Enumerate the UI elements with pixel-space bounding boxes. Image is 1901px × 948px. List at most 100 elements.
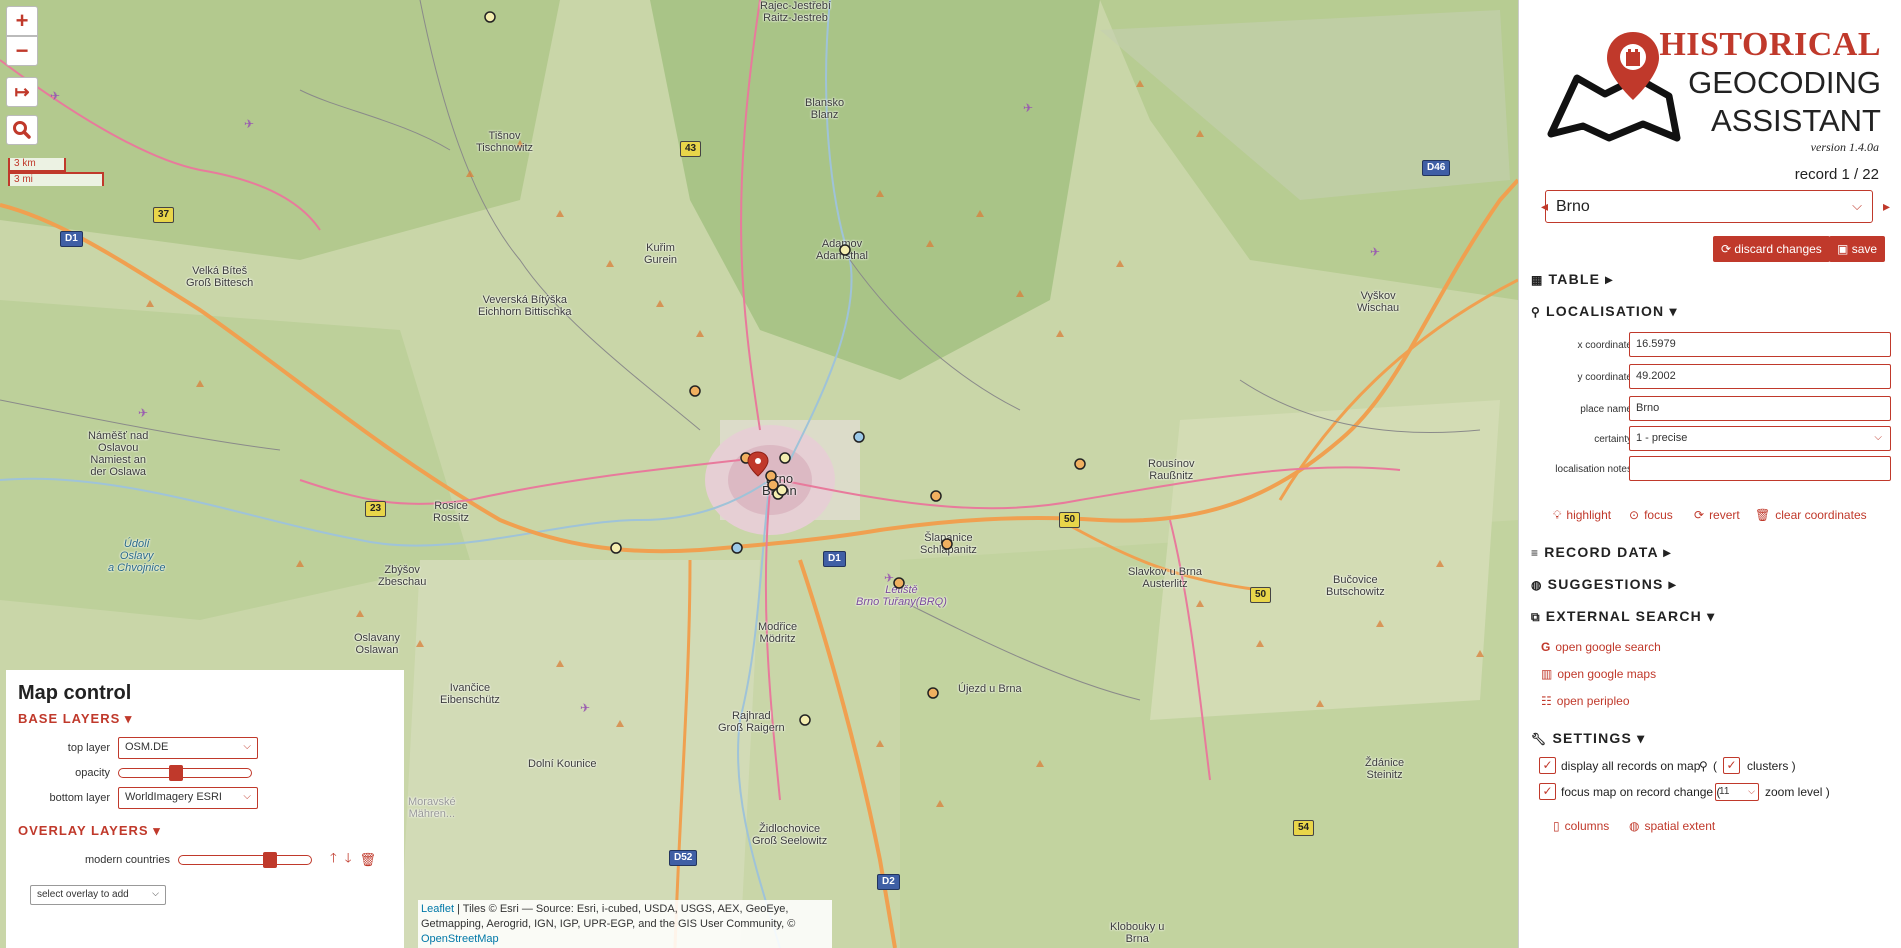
lightbulb-icon: 💡︎ xyxy=(1553,508,1562,522)
opacity-slider-thumb[interactable] xyxy=(169,765,183,781)
record-marker xyxy=(689,385,701,397)
overlay-layers-toggle[interactable]: OVERLAY LAYERS ▾ xyxy=(18,823,392,839)
focus-link[interactable]: ⊙ focus xyxy=(1629,508,1673,522)
refresh-icon: ⟳ xyxy=(1694,508,1705,522)
suggestions-heading: SUGGESTIONS xyxy=(1547,576,1664,592)
overlay-slider-thumb[interactable] xyxy=(263,852,277,868)
record-marker xyxy=(839,244,851,256)
google-maps-link[interactable]: ▥ open google maps xyxy=(1541,667,1656,681)
overlay-add-select[interactable]: select overlay to add ⌵ xyxy=(30,885,166,905)
record-navigator: ◂ Brno ⌵ ▸ xyxy=(1519,190,1901,224)
focus-label: focus xyxy=(1644,508,1673,522)
google-icon: G xyxy=(1541,640,1551,654)
certainty-value: 1 - precise xyxy=(1636,432,1688,444)
spatial-extent-link[interactable]: ◍ spatial extent xyxy=(1629,819,1715,833)
localisation-heading: LOCALISATION xyxy=(1546,303,1665,319)
zoom-level-label: zoom level ) xyxy=(1765,785,1830,799)
globe-icon: ◍ xyxy=(1531,578,1543,592)
map[interactable]: ✈ ✈ ✈ ✈ ✈ ✈ ✈ Rajec-Jestřebí Raitz-Jestr… xyxy=(0,0,1518,948)
overlay-opacity-slider[interactable] xyxy=(178,852,312,868)
fit-bounds-icon[interactable]: ↦ xyxy=(6,77,38,107)
google-maps-label: open google maps xyxy=(1557,667,1657,681)
x-coordinate-input[interactable]: 16.5979 xyxy=(1629,332,1891,357)
localisation-section-toggle[interactable]: ⚲ LOCALISATION ▾ xyxy=(1531,303,1678,320)
revert-link[interactable]: ⟳ revert xyxy=(1694,508,1740,522)
wrench-icon: 🔧︎ xyxy=(1531,732,1548,746)
record-select[interactable]: Brno ⌵ xyxy=(1545,190,1873,223)
app-logo: HISTORICAL GEOCODING ASSISTANT version 1… xyxy=(1519,0,1901,183)
y-coordinate-input[interactable]: 49.2002 xyxy=(1629,364,1891,389)
scale-km: 3 km xyxy=(8,158,66,172)
record-data-heading: RECORD DATA xyxy=(1544,544,1659,560)
place-name-input[interactable]: Brno xyxy=(1629,396,1891,421)
highlight-link[interactable]: 💡︎ highlight xyxy=(1553,508,1611,523)
zoom-out-button[interactable]: − xyxy=(6,36,38,66)
zoom-level-select[interactable]: 11 ⌵ xyxy=(1715,783,1759,801)
revert-label: revert xyxy=(1709,508,1740,522)
map-control-panel: Map control BASE LAYERS ▾ top layer OSM.… xyxy=(6,670,404,948)
highlight-label: highlight xyxy=(1566,508,1612,522)
certainty-select[interactable]: 1 - precise ⌵ xyxy=(1629,426,1891,451)
caret-down-icon: ▾ xyxy=(1637,730,1646,746)
google-search-link[interactable]: Gopen google search xyxy=(1541,640,1661,654)
arrow-down-icon[interactable]: 🡓 xyxy=(345,849,352,871)
external-search-section-toggle[interactable]: ⧉ EXTERNAL SEARCH ▾ xyxy=(1531,608,1715,625)
record-marker xyxy=(927,687,939,699)
database-icon: ≡ xyxy=(1531,546,1540,560)
discard-label: discard changes xyxy=(1734,242,1822,256)
localisation-notes-input[interactable] xyxy=(1629,456,1891,481)
refresh-icon: ⟳ xyxy=(1721,242,1732,256)
table-heading: TABLE xyxy=(1548,271,1601,287)
caret-right-icon: ▸ xyxy=(1663,544,1672,560)
google-search-label: open google search xyxy=(1555,640,1661,654)
save-label: save xyxy=(1851,242,1878,256)
app-title-line3: ASSISTANT xyxy=(1711,103,1881,138)
base-layers-toggle[interactable]: BASE LAYERS ▾ xyxy=(18,711,392,727)
next-record-icon[interactable]: ▸ xyxy=(1883,198,1890,215)
floppy-icon: ▣ xyxy=(1837,242,1849,256)
clusters-checkbox[interactable]: ✓ xyxy=(1723,757,1740,774)
bottom-layer-label: bottom layer xyxy=(49,792,110,804)
record-marker xyxy=(776,484,788,496)
table-icon: ▦ xyxy=(1531,273,1544,287)
overlay-layers-heading: OVERLAY LAYERS xyxy=(18,823,149,838)
table-section-toggle[interactable]: ▦ TABLE ▸ xyxy=(1531,271,1614,288)
trash-icon[interactable]: 🗑 xyxy=(360,852,377,868)
search-icon[interactable] xyxy=(6,115,38,145)
record-data-section-toggle[interactable]: ≡ RECORD DATA ▸ xyxy=(1531,544,1672,561)
scale-mi: 3 mi xyxy=(8,172,104,186)
record-marker xyxy=(610,542,622,554)
map-marker-icon: ⚲ xyxy=(1531,305,1541,319)
overlay-name: modern countries xyxy=(85,854,170,866)
peripleo-label: open peripleo xyxy=(1556,694,1630,708)
settings-section-toggle[interactable]: 🔧︎ SETTINGS ▾ xyxy=(1531,730,1645,747)
clear-coordinates-link[interactable]: 🗑︎ clear coordinates xyxy=(1755,508,1867,522)
settings-heading: SETTINGS xyxy=(1552,730,1633,746)
clusters-label: clusters ) xyxy=(1747,759,1796,773)
bottom-layer-select[interactable]: WorldImagery ESRI ⌵ xyxy=(118,787,258,809)
columns-link[interactable]: ▯ columns xyxy=(1553,819,1609,833)
record-marker xyxy=(779,452,791,464)
discard-changes-button[interactable]: ⟳ discard changes xyxy=(1713,236,1830,262)
record-counter: record 1 / 22 xyxy=(1794,166,1879,183)
focus-map-checkbox[interactable]: ✓ xyxy=(1539,783,1556,800)
zoom-in-button[interactable]: + xyxy=(6,6,38,36)
osm-link[interactable]: OpenStreetMap xyxy=(421,933,499,945)
focus-map-label: focus map on record change ( xyxy=(1561,785,1721,799)
chevron-down-icon: ⌵ xyxy=(1874,432,1882,443)
overlay-add-placeholder: select overlay to add xyxy=(37,889,129,900)
record-select-value: Brno xyxy=(1556,198,1590,215)
chevron-down-icon: ⌵ xyxy=(243,791,251,802)
record-marker xyxy=(893,577,905,589)
save-button[interactable]: ▣ save xyxy=(1829,236,1886,262)
peripleo-link[interactable]: ☷ open peripleo xyxy=(1541,694,1630,708)
external-search-heading: EXTERNAL SEARCH xyxy=(1545,608,1702,624)
suggestions-section-toggle[interactable]: ◍ SUGGESTIONS ▸ xyxy=(1531,576,1677,593)
top-layer-select[interactable]: OSM.DE ⌵ xyxy=(118,737,258,759)
arrow-up-icon[interactable]: 🡑 xyxy=(330,849,337,871)
columns-icon: ▯ xyxy=(1553,819,1560,833)
opacity-slider[interactable] xyxy=(118,765,252,781)
chevron-down-icon: ⌵ xyxy=(1852,198,1862,213)
leaflet-link[interactable]: Leaflet xyxy=(421,903,454,915)
display-all-records-checkbox[interactable]: ✓ xyxy=(1539,757,1556,774)
